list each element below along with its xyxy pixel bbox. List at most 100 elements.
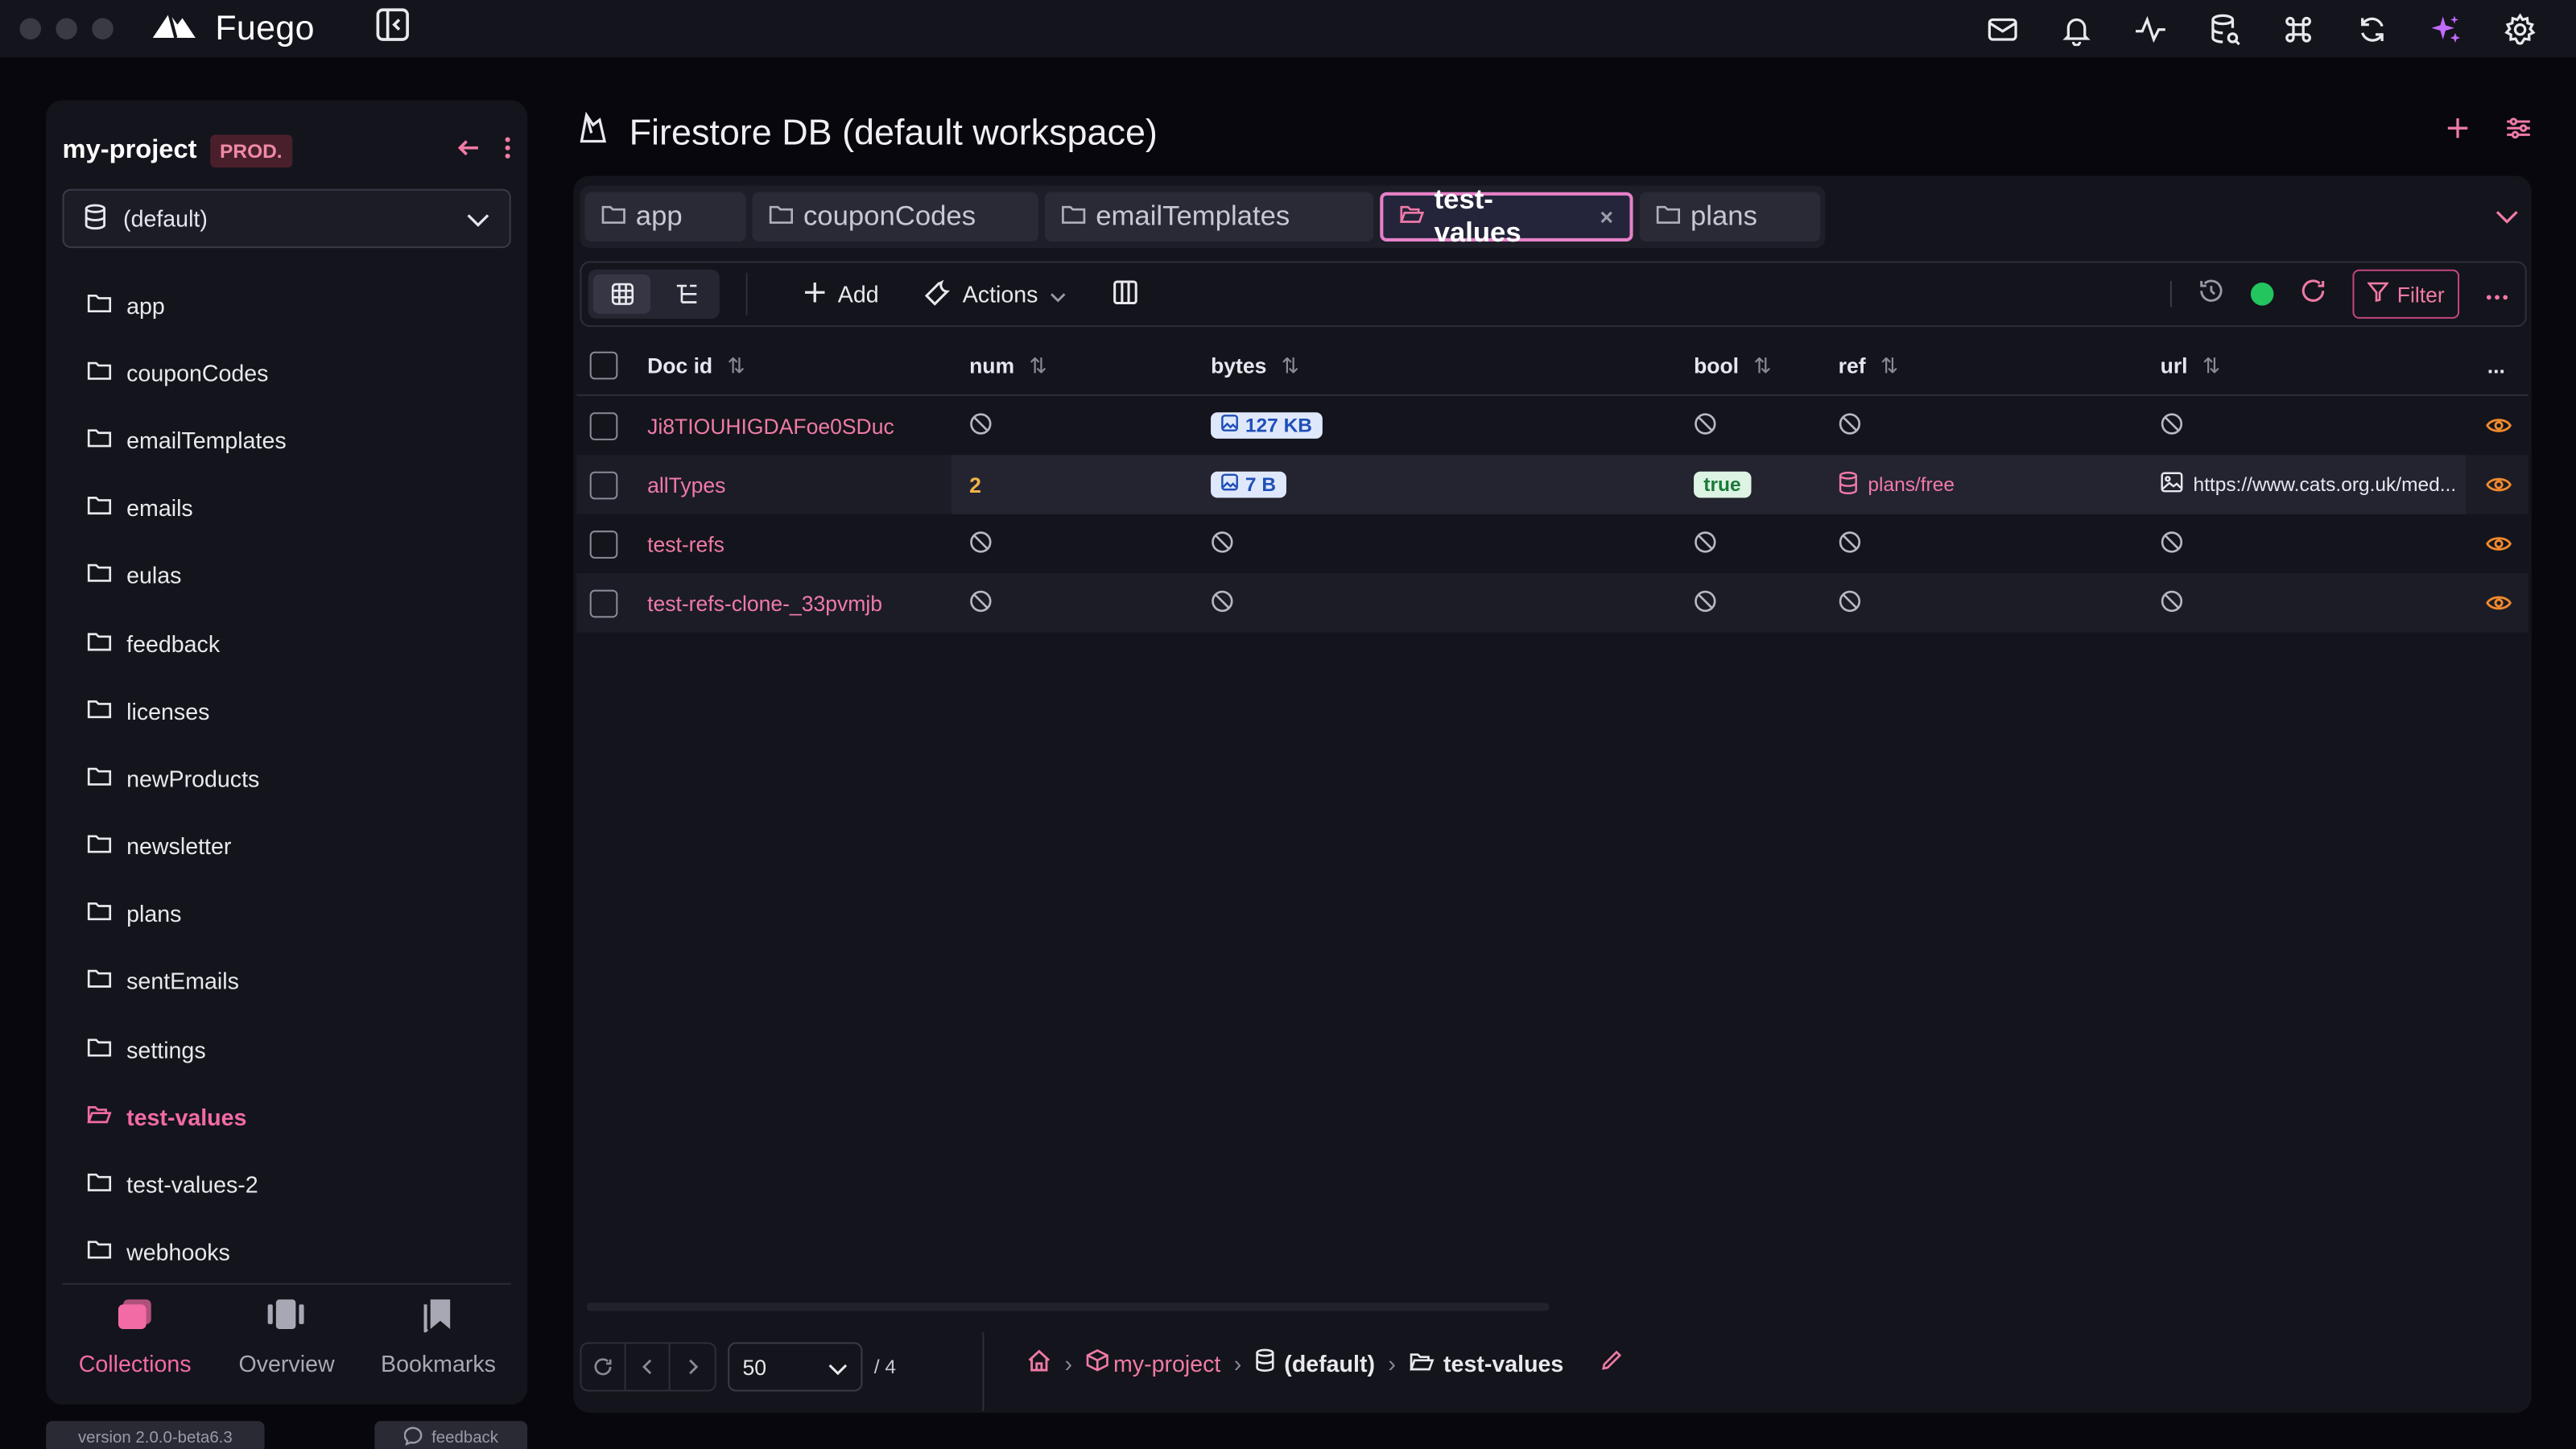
database-search-icon[interactable] <box>2203 8 2244 49</box>
view-document-icon[interactable] <box>2486 415 2512 435</box>
sidebar-item-couponcodes[interactable]: couponCodes <box>46 339 527 407</box>
command-icon[interactable] <box>2277 8 2318 49</box>
doc-id-link[interactable]: Ji8TIOUHIGDAFoe0SDuc <box>647 413 894 438</box>
refresh-icon[interactable] <box>2300 277 2326 312</box>
bytes-badge[interactable]: 127 KB <box>1211 412 1323 439</box>
tab-bookmarks[interactable]: Bookmarks <box>365 1296 513 1377</box>
sidebar-item-licenses[interactable]: licenses <box>46 677 527 745</box>
num-cell[interactable] <box>969 589 993 617</box>
row-checkbox[interactable] <box>589 588 618 617</box>
doc-id-link[interactable]: test-refs-clone-_33pvmjb <box>647 591 882 616</box>
history-icon[interactable] <box>2198 277 2225 312</box>
sparkles-icon[interactable] <box>2425 8 2466 49</box>
sidebar-item-app[interactable]: app <box>46 271 527 339</box>
columns-button[interactable] <box>1112 279 1138 310</box>
grid-view-button[interactable] <box>592 274 651 314</box>
sidebar-item-sentemails[interactable]: sentEmails <box>46 947 527 1015</box>
sync-icon[interactable] <box>2351 8 2392 49</box>
bytes-badge[interactable]: 7 B <box>1211 471 1286 498</box>
breadcrumb-collection[interactable]: test-values <box>1409 1350 1563 1376</box>
doc-id-cell[interactable]: test-refs-clone-_33pvmjb <box>647 591 882 616</box>
tab-test-values[interactable]: test-values × <box>1380 184 1633 248</box>
feedback-button[interactable]: feedback <box>374 1421 528 1449</box>
view-document-icon[interactable] <box>2486 475 2512 494</box>
url-value[interactable]: https://www.cats.org.uk/med... <box>2193 473 2469 497</box>
bytes-cell[interactable]: 127 KB <box>1211 412 1323 439</box>
num-cell[interactable] <box>969 530 993 558</box>
sidebar-item-test-values-2[interactable]: test-values-2 <box>46 1150 527 1218</box>
sidebar-item-settings[interactable]: settings <box>46 1015 527 1083</box>
close-tab-icon[interactable]: × <box>1600 204 1613 230</box>
maximize-window-button[interactable] <box>92 18 114 39</box>
filter-button[interactable]: Filter <box>2352 269 2460 319</box>
doc-id-cell[interactable]: Ji8TIOUHIGDAFoe0SDuc <box>647 413 894 438</box>
minimize-window-button[interactable] <box>56 18 77 39</box>
column-header-bool[interactable]: bool ⇅ <box>1694 353 1772 379</box>
tab-couponcodes[interactable]: couponCodes <box>752 192 1038 242</box>
column-header-more[interactable]: ... <box>2487 353 2505 378</box>
workspace-select[interactable]: (default) <box>62 188 511 249</box>
tab-emailtemplates[interactable]: emailTemplates <box>1044 192 1374 242</box>
column-header-url[interactable]: url ⇅ <box>2161 353 2221 379</box>
more-vertical-icon[interactable] <box>505 135 511 167</box>
table-row[interactable]: Ji8TIOUHIGDAFoe0SDuc 127 KB <box>576 396 2528 455</box>
view-document-icon[interactable] <box>2486 593 2512 613</box>
tab-collections[interactable]: Collections <box>61 1296 209 1377</box>
sidebar-item-webhooks[interactable]: webhooks <box>46 1219 527 1286</box>
ref-cell[interactable] <box>1839 589 1862 617</box>
url-cell[interactable] <box>2161 589 2184 617</box>
num-cell[interactable] <box>969 411 993 440</box>
sidebar-item-newsletter[interactable]: newsletter <box>46 812 527 880</box>
ref-cell[interactable] <box>1839 411 1862 440</box>
row-checkbox[interactable] <box>589 411 618 440</box>
back-arrow-icon[interactable] <box>455 134 481 168</box>
breadcrumb-workspace[interactable]: (default) <box>1255 1348 1375 1377</box>
bool-cell[interactable] <box>1694 411 1717 440</box>
ref-cell[interactable]: plans/free <box>1839 470 1955 499</box>
more-horizontal-icon[interactable] <box>2486 279 2509 309</box>
prev-page-button[interactable] <box>626 1344 671 1390</box>
chevron-down-icon[interactable] <box>2496 202 2519 232</box>
bytes-cell[interactable] <box>1211 589 1234 617</box>
table-row[interactable]: test-refs-clone-_33pvmjb <box>576 573 2529 633</box>
bool-cell[interactable] <box>1694 530 1717 558</box>
row-checkbox[interactable] <box>589 530 618 558</box>
close-window-button[interactable] <box>19 18 42 39</box>
url-cell[interactable] <box>2161 411 2184 440</box>
tab-overview[interactable]: Overview <box>213 1296 361 1377</box>
url-cell[interactable] <box>2161 530 2184 558</box>
bool-cell[interactable] <box>1694 589 1717 617</box>
actions-menu[interactable]: Actions <box>924 279 1066 310</box>
column-header-ref[interactable]: ref ⇅ <box>1839 353 1899 379</box>
sidebar-item-eulas[interactable]: eulas <box>46 542 527 609</box>
tree-view-button[interactable] <box>657 275 714 314</box>
page-size-select[interactable]: 50 <box>728 1342 863 1392</box>
table-row[interactable]: allTypes 2 7 B true plans/free https://www.ca… <box>576 455 2529 514</box>
activity-icon[interactable] <box>2129 8 2170 49</box>
ref-cell[interactable] <box>1839 530 1862 558</box>
column-header-doc-id[interactable]: Doc id ⇅ <box>647 353 745 379</box>
settings-icon[interactable] <box>2499 8 2540 49</box>
num-cell[interactable]: 2 <box>969 473 981 497</box>
bytes-cell[interactable]: 7 B <box>1211 471 1286 498</box>
project-name[interactable]: my-project <box>63 136 197 166</box>
column-header-bytes[interactable]: bytes ⇅ <box>1211 353 1299 379</box>
bytes-cell[interactable] <box>1211 530 1234 558</box>
sidebar-item-emailtemplates[interactable]: emailTemplates <box>46 407 527 474</box>
refresh-page-button[interactable] <box>581 1344 626 1390</box>
doc-id-cell[interactable]: test-refs <box>647 531 724 556</box>
bell-icon[interactable] <box>2055 8 2096 49</box>
sidebar-item-feedback[interactable]: feedback <box>46 609 527 677</box>
sidebar-item-test-values[interactable]: test-values <box>46 1083 527 1150</box>
table-row[interactable]: test-refs <box>576 514 2528 573</box>
add-button[interactable]: Add <box>803 280 879 308</box>
tab-app[interactable]: app <box>584 192 746 242</box>
doc-id-link[interactable]: test-refs <box>647 531 724 556</box>
tab-plans[interactable]: plans <box>1639 192 1821 242</box>
toggle-sidebar-icon[interactable] <box>374 6 410 51</box>
next-page-button[interactable] <box>671 1344 715 1389</box>
sliders-icon[interactable] <box>2505 117 2532 148</box>
sidebar-item-plans[interactable]: plans <box>46 880 527 947</box>
mail-question-icon[interactable] <box>1981 8 2022 49</box>
bool-cell[interactable]: true <box>1694 471 1751 498</box>
